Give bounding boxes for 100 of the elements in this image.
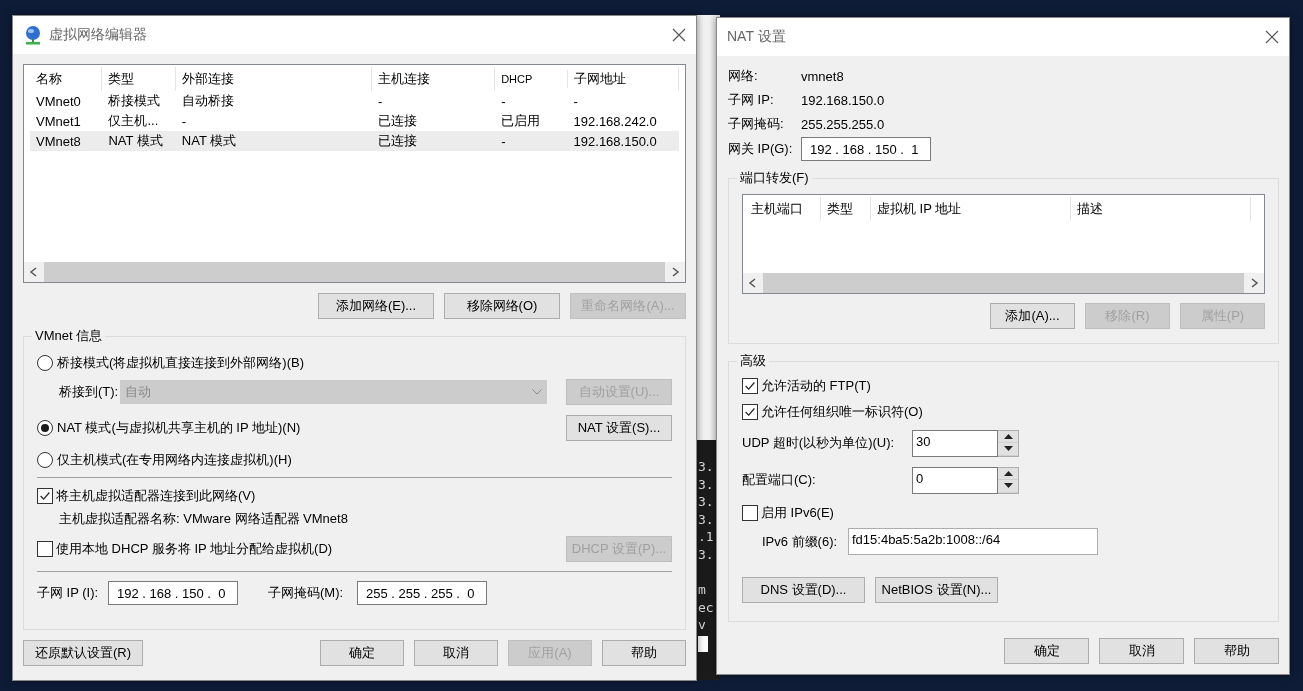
help-button[interactable]: 帮助 xyxy=(1194,638,1279,664)
column-header[interactable]: 类型 xyxy=(821,197,871,221)
checkbox-label[interactable]: 使用本地 DHCP 服务将 IP 地址分配给虚拟机(D) xyxy=(56,540,333,558)
table-cell-text: - xyxy=(500,93,507,109)
cancel-button[interactable]: 取消 xyxy=(1099,638,1184,664)
gateway-ip-label: 网关 IP(G): xyxy=(728,140,794,158)
checkbox[interactable] xyxy=(742,378,758,394)
spin-down-button[interactable] xyxy=(998,443,1018,456)
table-cell-text: 仅主机... xyxy=(107,112,160,130)
terminal-cursor xyxy=(698,635,708,652)
info-label: 子网掩码: xyxy=(728,115,785,133)
radio-button[interactable] xyxy=(37,420,53,436)
dns-settings-button[interactable]: DNS 设置(D)... xyxy=(742,577,865,603)
checkbox-label[interactable]: 允许活动的 FTP(T) xyxy=(761,377,871,395)
table-cell-text: 192.168.150.0 xyxy=(572,133,658,149)
gateway-ip-field[interactable]: 192 . 168 . 150 . 1 xyxy=(801,137,931,161)
ok-button[interactable]: 确定 xyxy=(320,640,404,666)
terminal-text: m xyxy=(698,581,707,599)
column-header[interactable]: DHCP xyxy=(495,70,568,88)
radio-label[interactable]: NAT 模式(与虚拟机共享主机的 IP 地址)(N) xyxy=(57,419,301,437)
netbios-settings-button[interactable]: NetBIOS 设置(N)... xyxy=(875,577,998,603)
subnet-ip-label: 子网 IP (I): xyxy=(37,584,100,602)
terminal-text: 3. xyxy=(698,493,715,511)
info-label: 子网 IP: xyxy=(728,91,775,109)
column-header[interactable]: 主机连接 xyxy=(372,67,496,91)
network-globe-icon xyxy=(23,25,43,45)
column-header[interactable]: 名称 xyxy=(30,67,103,91)
checkbox-label[interactable]: 允许任何组织唯一标识符(O) xyxy=(761,403,923,421)
checkbox[interactable] xyxy=(37,488,53,504)
subnet-mask-field[interactable]: 255 . 255 . 255 . 0 xyxy=(357,581,487,605)
radio-label[interactable]: 桥接模式(将虚拟机直接连接到外部网络)(B) xyxy=(57,354,304,372)
table-cell-text: VMnet0 xyxy=(35,93,82,109)
table-row[interactable]: VMnet0 桥接模式 自动桥接 - - - xyxy=(30,91,679,111)
info-label: 网络: xyxy=(728,67,759,85)
adapter-name-text: 主机虚拟适配器名称: VMware 网络适配器 VMnet8 xyxy=(59,510,348,528)
radio-label[interactable]: 仅主机模式(在专用网络内连接虚拟机)(H) xyxy=(57,451,292,469)
table-cell-text: 桥接模式 xyxy=(107,92,162,110)
table-cell-text: VMnet8 xyxy=(35,133,82,149)
terminal-text: 3. xyxy=(698,458,715,476)
ok-button[interactable]: 确定 xyxy=(1004,638,1089,664)
table-cell-text: 已连接 xyxy=(377,132,419,150)
up-arrow-icon xyxy=(1003,470,1013,476)
spin-up-button[interactable] xyxy=(998,467,1018,480)
table-row[interactable]: VMnet8 NAT 模式 NAT 模式 已连接 - 192.168.150.0 xyxy=(30,131,679,151)
remove-network-button[interactable]: 移除网络(O) xyxy=(444,293,560,319)
checkbox-label[interactable]: 将主机虚拟适配器连接到此网络(V) xyxy=(56,487,256,505)
ipv6-prefix-field[interactable]: fd15:4ba5:5a2b:1008::/64 xyxy=(848,528,1098,555)
column-header[interactable]: 类型 xyxy=(102,67,176,91)
table-cell-text: NAT 模式 xyxy=(180,132,238,150)
group-label: 高级 xyxy=(737,352,769,370)
checkbox-label[interactable]: 启用 IPv6(E) xyxy=(761,504,834,522)
restore-defaults-button[interactable]: 还原默认设置(R) xyxy=(23,640,143,666)
add-button[interactable]: 添加(A)... xyxy=(990,303,1075,329)
radio-button[interactable] xyxy=(37,452,53,468)
close-icon[interactable] xyxy=(1265,30,1279,44)
table-cell-text: 192.168.242.0 xyxy=(572,113,658,129)
table-cell-text: 自动桥接 xyxy=(180,92,235,110)
column-header[interactable]: 外部连接 xyxy=(175,67,373,91)
cancel-button[interactable]: 取消 xyxy=(414,640,498,666)
subnet-ip-field[interactable]: 192 . 168 . 150 . 0 xyxy=(108,581,238,605)
down-arrow-icon xyxy=(1003,483,1013,489)
table-cell-text: 已启用 xyxy=(500,112,542,130)
info-value: vmnet8 xyxy=(801,68,844,84)
table-row[interactable]: VMnet1 仅主机... - 已连接 已启用 192.168.242.0 xyxy=(30,111,679,131)
bridge-to-label: 桥接到(T): xyxy=(59,383,119,401)
help-button[interactable]: 帮助 xyxy=(602,640,686,666)
nat-settings-button[interactable]: NAT 设置(S)... xyxy=(566,415,672,441)
checkbox[interactable] xyxy=(37,541,53,557)
terminal-text: 3. xyxy=(698,475,715,493)
table-cell-text: - xyxy=(377,93,384,109)
spin-down-button[interactable] xyxy=(998,480,1018,493)
number-field[interactable]: 0 xyxy=(912,466,998,494)
column-header[interactable]: 描述 xyxy=(1071,197,1251,221)
terminal-text: 3. xyxy=(698,545,715,563)
spin-up-button[interactable] xyxy=(998,430,1018,443)
checkbox[interactable] xyxy=(742,404,758,420)
number-field[interactable]: 30 xyxy=(912,429,998,457)
chevron-down-icon xyxy=(532,389,543,395)
spinner-label: 配置端口(C): xyxy=(742,471,817,489)
radio-button[interactable] xyxy=(37,355,53,371)
ipv6-prefix-label: IPv6 前缀(6): xyxy=(761,532,839,551)
down-arrow-icon xyxy=(1003,446,1013,452)
terminal-text: v xyxy=(698,616,707,634)
table-cell-text: NAT 模式 xyxy=(107,132,164,150)
checkbox[interactable] xyxy=(742,505,758,521)
info-value: 255.255.255.0 xyxy=(801,116,885,132)
terminal-text: 3. xyxy=(698,510,715,528)
add-network-button[interactable]: 添加网络(E)... xyxy=(318,293,434,319)
close-icon[interactable] xyxy=(672,28,686,42)
column-header[interactable]: 子网地址 xyxy=(567,67,679,91)
table-cell-text: - xyxy=(180,113,188,129)
table-cell-text: 已连接 xyxy=(377,112,419,130)
window-title: 虚拟网络编辑器 xyxy=(49,26,148,44)
info-value: 192.168.150.0 xyxy=(801,92,885,108)
column-header[interactable]: 虚拟机 IP 地址 xyxy=(871,197,1071,221)
column-header[interactable]: 主机端口 xyxy=(745,197,821,221)
table-cell-text: - xyxy=(572,93,579,109)
window-title: NAT 设置 xyxy=(727,28,787,46)
subnet-mask-label: 子网掩码(M): xyxy=(268,584,345,602)
spinner-label: UDP 超时(以秒为单位)(U): xyxy=(742,434,896,452)
